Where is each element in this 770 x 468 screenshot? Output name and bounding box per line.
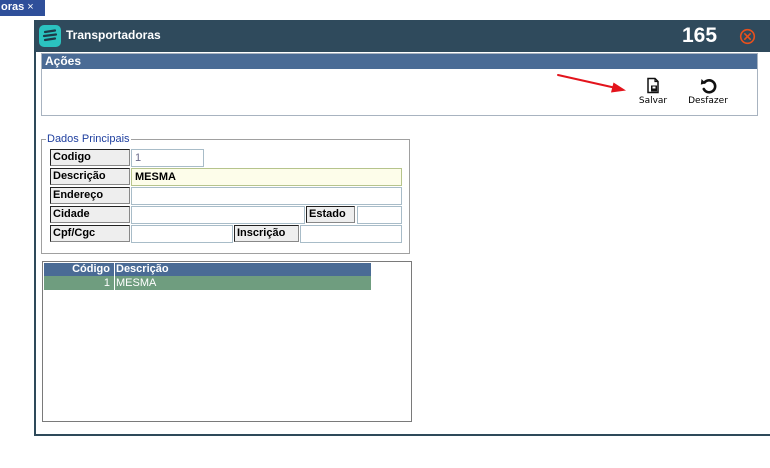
descricao-field[interactable]: MESMA bbox=[131, 168, 402, 186]
cpf-cgc-field[interactable] bbox=[131, 225, 233, 243]
window-title: Transportadoras bbox=[66, 28, 161, 42]
grid-cell-descricao: MESMA bbox=[114, 276, 157, 290]
endereco-field[interactable] bbox=[131, 187, 402, 205]
inscricao-label: Inscrição bbox=[234, 225, 299, 242]
inscricao-field[interactable] bbox=[300, 225, 402, 243]
estado-field[interactable] bbox=[357, 206, 402, 224]
dados-principais-legend: Dados Principais bbox=[46, 133, 131, 145]
salvar-button-label: Salvar bbox=[638, 96, 668, 106]
estado-label: Estado bbox=[306, 206, 355, 223]
cidade-label: Cidade bbox=[50, 206, 130, 223]
grid-header-descricao[interactable]: Descrição bbox=[114, 263, 169, 276]
undo-icon bbox=[700, 79, 717, 94]
document-tab[interactable]: oras × bbox=[0, 0, 45, 16]
grid-header-codigo[interactable]: Código bbox=[44, 263, 112, 276]
endereco-label: Endereço bbox=[50, 187, 130, 204]
document-tab-label: oras bbox=[1, 1, 25, 13]
desfazer-button-label: Desfazer bbox=[688, 96, 728, 106]
codigo-label: Codigo bbox=[50, 149, 130, 166]
salvar-button[interactable]: Salvar bbox=[627, 77, 679, 109]
window-close-icon[interactable] bbox=[739, 28, 756, 45]
descricao-label: Descrição bbox=[50, 168, 130, 185]
cpf-cgc-label: Cpf/Cgc bbox=[50, 225, 130, 242]
tab-close-icon[interactable]: × bbox=[27, 1, 33, 13]
transportadoras-grid[interactable]: Código Descrição 1 MESMA bbox=[42, 261, 412, 422]
window-titlebar: Transportadoras 165 bbox=[36, 20, 770, 52]
transportadoras-window: Transportadoras 165 Ações Salvar Desfaze… bbox=[34, 20, 770, 436]
annotation-arrow-icon bbox=[557, 74, 626, 93]
acoes-header: Ações bbox=[42, 54, 757, 69]
save-document-icon bbox=[647, 77, 659, 94]
grid-cell-codigo: 1 bbox=[103, 277, 110, 289]
app-logo-icon bbox=[39, 25, 61, 47]
grid-header: Código Descrição bbox=[44, 263, 371, 276]
cidade-field[interactable] bbox=[131, 206, 305, 224]
table-row[interactable]: 1 MESMA bbox=[44, 276, 371, 290]
record-count: 165 bbox=[682, 24, 718, 47]
codigo-field[interactable]: 1 bbox=[131, 149, 204, 167]
dados-principais-group: Dados Principais Codigo 1 Descrição MESM… bbox=[41, 133, 410, 254]
acoes-panel: Ações Salvar Desfazer bbox=[41, 53, 758, 116]
desfazer-button[interactable]: Desfazer bbox=[682, 77, 734, 109]
